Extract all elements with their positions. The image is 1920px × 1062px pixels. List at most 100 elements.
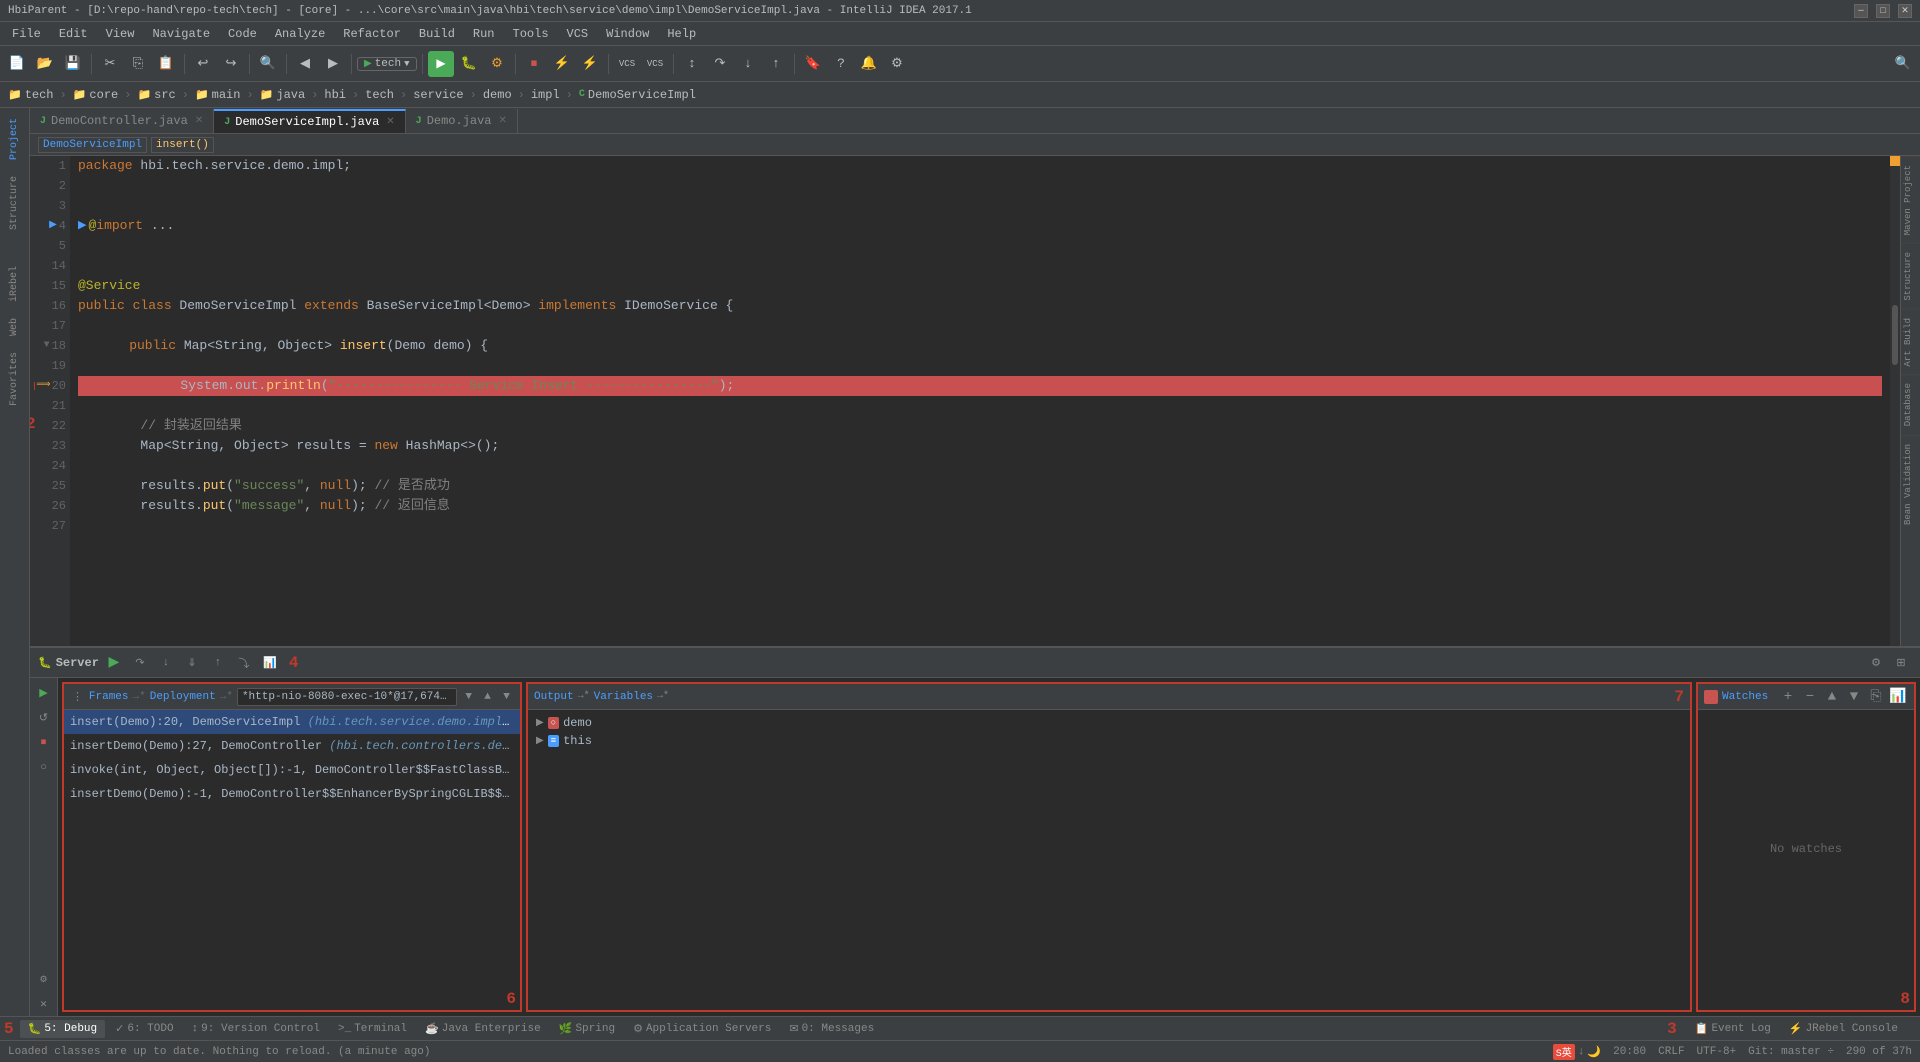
watches-add[interactable]: + bbox=[1778, 687, 1798, 707]
debug-button[interactable]: 🐛 bbox=[456, 51, 482, 77]
scrollbar-thumb[interactable] bbox=[1892, 305, 1898, 365]
thread-scroll-up[interactable]: ▲ bbox=[480, 686, 495, 708]
nav-main[interactable]: 📁 main bbox=[195, 88, 241, 102]
toolbar-more1[interactable]: ⚡ bbox=[549, 51, 575, 77]
watches-copy[interactable]: ⎘ bbox=[1866, 687, 1886, 707]
debug-force-step-into[interactable]: ⇓ bbox=[181, 652, 203, 674]
debug-settings-btn[interactable]: ⚙ bbox=[33, 969, 55, 991]
watches-evaluate[interactable]: 📊 bbox=[1888, 687, 1908, 707]
toolbar-more2[interactable]: ⚡ bbox=[577, 51, 603, 77]
debug-restore-layout[interactable]: ⊞ bbox=[1890, 652, 1912, 674]
vcs-update[interactable]: VCS bbox=[614, 51, 640, 77]
nav-src[interactable]: 📁 src bbox=[137, 88, 175, 102]
var-expand-demo[interactable]: ▶ bbox=[536, 717, 544, 729]
debug-resume[interactable]: ▶ bbox=[103, 652, 125, 674]
toolbar-debug-step[interactable]: ↕ bbox=[679, 51, 705, 77]
tab-close-2[interactable]: ✕ bbox=[386, 116, 394, 128]
frames-sort[interactable]: ⋮ bbox=[70, 686, 85, 708]
thread-selector[interactable]: *http-nio-8080-exec-10*@17,674 in group … bbox=[237, 688, 457, 706]
tab-close-1[interactable]: ✕ bbox=[195, 115, 203, 127]
nav-demo[interactable]: demo bbox=[483, 88, 512, 102]
menu-file[interactable]: File bbox=[4, 25, 49, 43]
tab-close-3[interactable]: ✕ bbox=[499, 115, 507, 127]
nav-java[interactable]: 📁 java bbox=[260, 88, 306, 102]
toolbar-forward[interactable]: ▶ bbox=[320, 51, 346, 77]
breadcrumb-class[interactable]: DemoServiceImpl bbox=[38, 137, 147, 153]
structure-tab-left[interactable]: Structure bbox=[7, 170, 22, 236]
toolbar-copy[interactable]: ⎘ bbox=[125, 51, 151, 77]
thread-expand[interactable]: ▼ bbox=[461, 686, 476, 708]
run-config-selector[interactable]: ▶ tech ▼ bbox=[357, 57, 417, 71]
debug-step-out[interactable]: ↑ bbox=[207, 652, 229, 674]
menu-view[interactable]: View bbox=[98, 25, 143, 43]
menu-build[interactable]: Build bbox=[411, 25, 463, 43]
toolbar-find[interactable]: 🔍 bbox=[255, 51, 281, 77]
stop-button[interactable]: ⏹ bbox=[521, 51, 547, 77]
debug-mute-btn[interactable]: ○ bbox=[33, 757, 55, 779]
debug-run-to-cursor[interactable]: ⤵ bbox=[233, 652, 255, 674]
code-area[interactable]: package hbi.tech.service.demo.impl; ▶ @i… bbox=[70, 156, 1890, 646]
menu-run[interactable]: Run bbox=[465, 25, 503, 43]
tab-version-control[interactable]: ↕ 9: Version Control bbox=[184, 1021, 328, 1037]
toolbar-redo[interactable]: ↪ bbox=[218, 51, 244, 77]
watches-down[interactable]: ▼ bbox=[1844, 687, 1864, 707]
toolbar-debug-out[interactable]: ↑ bbox=[763, 51, 789, 77]
var-expand-this[interactable]: ▶ bbox=[536, 735, 544, 747]
debug-evaluate[interactable]: 📊 bbox=[259, 652, 281, 674]
toolbar-help[interactable]: ? bbox=[828, 51, 854, 77]
collapse-icon-18[interactable]: ▼ bbox=[44, 336, 50, 356]
tab-spring[interactable]: 🌿 Spring bbox=[551, 1020, 623, 1038]
toolbar-cut[interactable]: ✂ bbox=[97, 51, 123, 77]
toolbar-debug-into[interactable]: ↓ bbox=[735, 51, 761, 77]
debug-step-into[interactable]: ↓ bbox=[155, 652, 177, 674]
debug-close-btn[interactable]: ✕ bbox=[33, 994, 55, 1016]
tab-todo[interactable]: ✓ 6: TODO bbox=[107, 1020, 181, 1038]
toolbar-undo[interactable]: ↩ bbox=[190, 51, 216, 77]
toolbar-debug-over[interactable]: ↷ bbox=[707, 51, 733, 77]
debug-step-over[interactable]: ↷ bbox=[129, 652, 151, 674]
debug-rerun-btn[interactable]: ↺ bbox=[33, 707, 55, 729]
watches-up[interactable]: ▲ bbox=[1822, 687, 1842, 707]
tab-democontroller[interactable]: J DemoController.java ✕ bbox=[30, 109, 214, 133]
toolbar-save[interactable]: 💾 bbox=[60, 51, 86, 77]
tab-demo[interactable]: J Demo.java ✕ bbox=[406, 109, 518, 133]
tab-messages[interactable]: ✉ 0: Messages bbox=[781, 1020, 882, 1038]
var-this[interactable]: ▶ ≡ this bbox=[532, 732, 1686, 750]
close-button[interactable]: ✕ bbox=[1898, 4, 1912, 18]
debug-resume-btn[interactable]: ▶ bbox=[33, 682, 55, 704]
menu-edit[interactable]: Edit bbox=[51, 25, 96, 43]
menu-refactor[interactable]: Refactor bbox=[335, 25, 409, 43]
tab-debug[interactable]: 🐛 5: Debug bbox=[20, 1020, 106, 1038]
debug-stop-btn[interactable]: ⏹ bbox=[33, 732, 55, 754]
toolbar-back[interactable]: ◀ bbox=[292, 51, 318, 77]
menu-navigate[interactable]: Navigate bbox=[144, 25, 218, 43]
tab-app-servers[interactable]: ⚙ Application Servers bbox=[625, 1020, 779, 1038]
var-demo[interactable]: ▶ ○ demo bbox=[532, 714, 1686, 732]
deployment-tab[interactable]: Deployment bbox=[150, 691, 216, 703]
nav-service[interactable]: service bbox=[413, 88, 463, 102]
vcs-commit[interactable]: VCS bbox=[642, 51, 668, 77]
tab-jrebel-console[interactable]: ⚡ JRebel Console bbox=[1781, 1020, 1906, 1038]
nav-tech2[interactable]: tech bbox=[365, 88, 394, 102]
tab-terminal[interactable]: >_ Terminal bbox=[330, 1021, 415, 1037]
tab-demoserviceimpl[interactable]: J DemoServiceImpl.java ✕ bbox=[214, 109, 405, 133]
nav-tech[interactable]: 📁 tech bbox=[8, 88, 54, 102]
variables-tab[interactable]: Variables bbox=[594, 691, 653, 703]
status-encoding[interactable]: CRLF bbox=[1658, 1046, 1684, 1058]
breadcrumb-method[interactable]: insert() bbox=[151, 137, 214, 153]
status-line-col[interactable]: 20:80 bbox=[1613, 1046, 1646, 1058]
web-tab[interactable]: Web bbox=[7, 312, 22, 342]
toolbar-settings[interactable]: ⚙ bbox=[884, 51, 910, 77]
watches-remove[interactable]: − bbox=[1800, 687, 1820, 707]
tab-java-enterprise[interactable]: ☕ Java Enterprise bbox=[417, 1020, 549, 1038]
maven-project-tab[interactable]: Maven Project bbox=[1901, 156, 1920, 243]
cover-button[interactable]: ⚙ bbox=[484, 51, 510, 77]
structure-tab-right[interactable]: Structure bbox=[1901, 243, 1920, 309]
status-vcs[interactable]: Git: master ÷ bbox=[1748, 1046, 1834, 1058]
nav-core[interactable]: 📁 core bbox=[73, 88, 119, 102]
irebel-tab[interactable]: iRebel bbox=[7, 260, 22, 308]
frames-tab[interactable]: Frames bbox=[89, 691, 129, 703]
favorites-tab[interactable]: Favorites bbox=[7, 346, 22, 412]
toolbar-bookmark[interactable]: 🔖 bbox=[800, 51, 826, 77]
frame-0[interactable]: insert(Demo):20, DemoServiceImpl (hbi.te… bbox=[64, 710, 520, 734]
